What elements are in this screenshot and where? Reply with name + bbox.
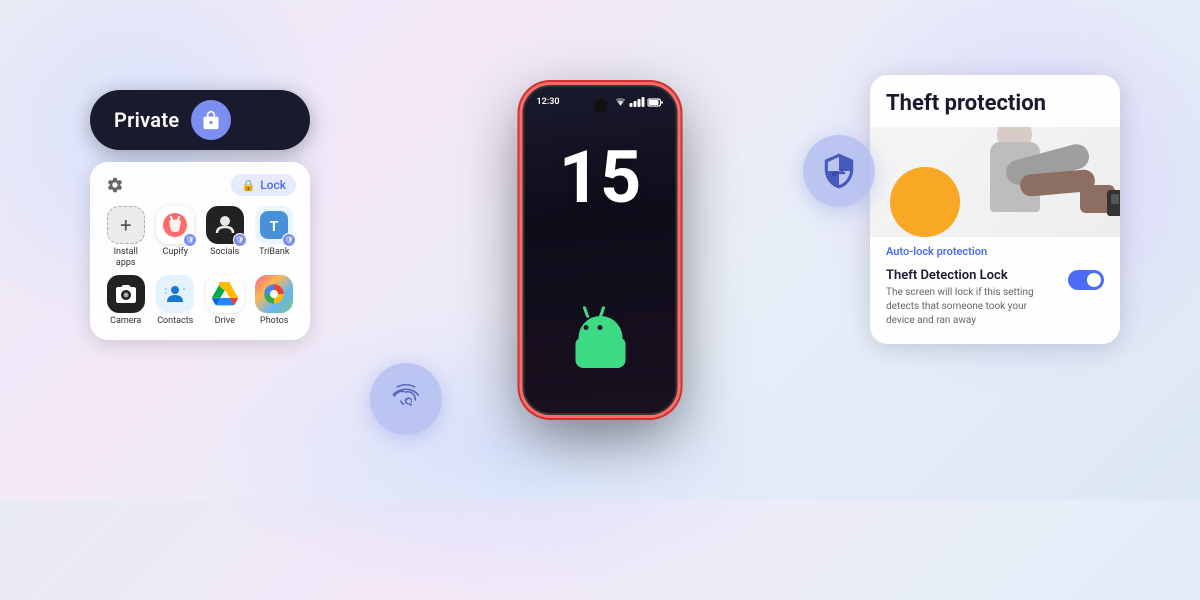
app-item-cupify[interactable]: 🛡 Cupify [154, 206, 198, 269]
illus-arm-group [1005, 147, 1115, 217]
socials-icon: 🛡 [206, 206, 244, 244]
app-grid-header: 🔒 Lock [104, 174, 296, 196]
robot-eye-left [583, 325, 588, 330]
cupify-icon: 🛡 [156, 206, 194, 244]
lock-button[interactable]: 🔒 Lock [231, 174, 296, 196]
app-item-camera[interactable]: Camera [104, 275, 148, 327]
install-apps-icon: + [107, 206, 145, 244]
illus-hand [1080, 185, 1115, 213]
lock-svg [201, 110, 221, 130]
robot-body [575, 338, 625, 368]
contacts-svg [163, 282, 187, 306]
tribank-security-badge: 🛡 [282, 233, 296, 247]
theft-detection-toggle[interactable] [1068, 270, 1104, 290]
illus-phone-screen [1111, 194, 1119, 204]
app-item-socials[interactable]: 🛡 Socials [203, 206, 247, 269]
photos-label: Photos [260, 316, 288, 327]
main-scene: 12:30 [0, 0, 1200, 500]
gear-svg [106, 176, 124, 194]
fingerprint-icon [388, 381, 424, 417]
theft-protection-title: Theft protection [870, 75, 1120, 127]
shield-key-icon [820, 152, 858, 190]
phone-device: 12:30 [523, 85, 678, 415]
photos-svg [261, 281, 287, 307]
app-item-contacts[interactable]: Contacts [154, 275, 198, 327]
socials-label: Socials [210, 247, 239, 258]
phone-status-icons [615, 97, 664, 107]
illus-phone-grabbed [1107, 190, 1120, 216]
contacts-label: Contacts [157, 316, 193, 327]
right-panel: Theft protection [870, 75, 1120, 344]
private-badge: Private [90, 90, 310, 150]
robot-antenna-left [582, 306, 589, 318]
tribank-label: TriBank [259, 247, 289, 258]
drive-label: Drive [215, 316, 235, 327]
theft-illustration [870, 127, 1120, 237]
robot-eye-right [597, 325, 602, 330]
photos-icon [255, 275, 293, 313]
android-robot [560, 308, 640, 368]
auto-lock-label: Auto-lock protection [870, 237, 1120, 262]
svg-text:T: T [270, 219, 279, 235]
battery-icon [648, 98, 664, 107]
app-item-install[interactable]: + Install apps [104, 206, 148, 269]
camera-icon [107, 275, 145, 313]
app-item-photos[interactable]: Photos [253, 275, 297, 327]
theft-detection-row: Theft Detection Lock The screen will loc… [870, 262, 1120, 344]
theft-detection-text: Theft Detection Lock The screen will loc… [886, 268, 1058, 328]
cupify-security-badge: 🛡 [183, 233, 197, 247]
app-grid-container: 🔒 Lock + Install apps [90, 162, 310, 340]
private-label: Private [114, 108, 179, 132]
phone-time: 12:30 [537, 97, 560, 107]
signal-icon [630, 97, 645, 107]
tribank-icon: T 🛡 [255, 206, 293, 244]
lock-button-label: Lock [260, 178, 286, 192]
theft-detection-desc: The screen will lock if this setting det… [886, 286, 1058, 328]
app-item-drive[interactable]: Drive [203, 275, 247, 327]
wifi-icon [615, 98, 627, 107]
theft-detection-title: Theft Detection Lock [886, 268, 1058, 283]
private-lock-icon [191, 100, 231, 140]
camera-svg [114, 282, 138, 306]
drive-svg [212, 282, 238, 306]
contacts-icon [156, 275, 194, 313]
install-apps-label: Install apps [104, 247, 148, 269]
shield-bubble [803, 135, 875, 207]
socials-security-badge: 🛡 [233, 233, 247, 247]
cupify-label: Cupify [163, 247, 188, 258]
lock-icon-small: 🔒 [241, 179, 255, 192]
settings-icon[interactable] [104, 174, 126, 196]
app-item-tribank[interactable]: T 🛡 TriBank [253, 206, 297, 269]
phone-big-number: 15 [559, 142, 642, 214]
illus-yellow-circle [890, 167, 960, 237]
drive-icon [206, 275, 244, 313]
left-panel: Private 🔒 Lock [90, 90, 310, 340]
camera-label: Camera [110, 316, 141, 327]
app-grid: + Install apps 🛡 Cupify [104, 206, 296, 326]
phone-status-bar: 12:30 [537, 97, 664, 107]
socials-svg [213, 213, 237, 237]
fingerprint-bubble [370, 363, 442, 435]
